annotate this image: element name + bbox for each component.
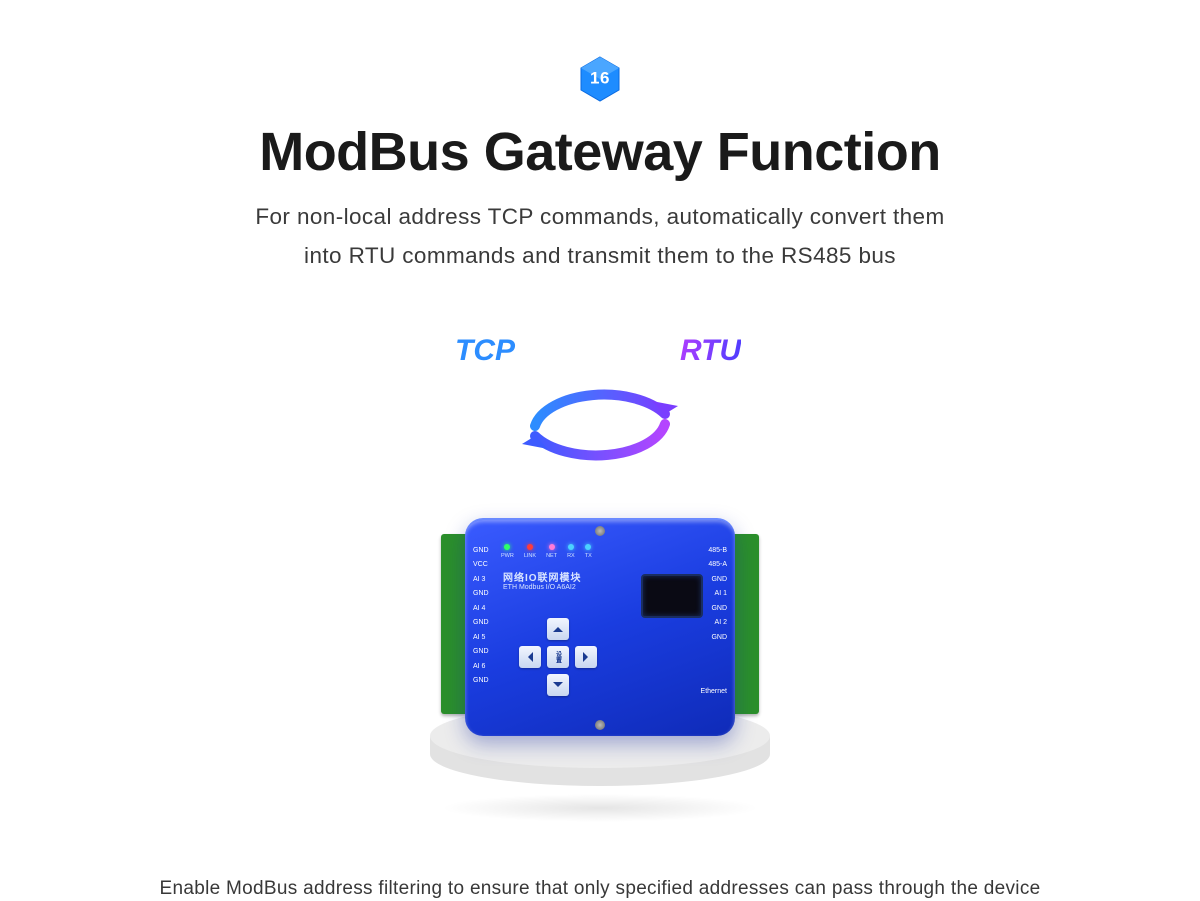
terminal-block-right [731,534,759,714]
right-port-labels: 485-B485-AGNDAI 1GNDAI 2GND Ethernet [701,544,727,700]
status-leds: PWR LINK NET RX TX [501,544,592,559]
dpad-controls: 设置 [519,618,597,696]
badge-number: 16 [590,69,610,89]
dpad-right-button[interactable] [575,646,597,668]
modbus-device: GNDVCCAI 3GNDAI 4GNDAI 5GNDAI 6GND 485-B… [445,518,755,736]
led-net: NET [546,544,557,559]
device-brand-label: 网络IO联网模块 ETH Modbus I/O A6AI2 [503,574,582,592]
dpad-center-button[interactable]: 设置 [547,646,569,668]
screw-icon [595,526,605,536]
ethernet-label: Ethernet [701,685,727,700]
tcp-label: TCP [455,334,515,368]
led-pwr: PWR [501,544,514,559]
led-tx: TX [585,544,592,559]
dpad-left-button[interactable] [519,646,541,668]
dpad-up-button[interactable] [547,618,569,640]
led-link: LINK [524,544,536,559]
footer-description: Enable ModBus address filtering to ensur… [0,878,1200,900]
device-screen [641,574,703,618]
conversion-diagram: TCP RTU [0,334,1200,474]
device-body: GNDVCCAI 3GNDAI 4GNDAI 5GNDAI 6GND 485-B… [465,518,735,736]
led-rx: RX [567,544,575,559]
subtitle-line-2: into RTU commands and transmit them to t… [304,243,896,268]
section-number-badge: 16 [580,56,620,102]
subtitle-line-1: For non-local address TCP commands, auto… [255,204,944,229]
cycle-arrows-icon [500,366,700,476]
page-subtitle: For non-local address TCP commands, auto… [0,197,1200,276]
screw-icon [595,720,605,730]
page-title: ModBus Gateway Function [0,121,1200,183]
dpad-down-button[interactable] [547,674,569,696]
rtu-label: RTU [680,334,741,368]
left-port-labels: GNDVCCAI 3GNDAI 4GNDAI 5GNDAI 6GND [473,544,489,689]
